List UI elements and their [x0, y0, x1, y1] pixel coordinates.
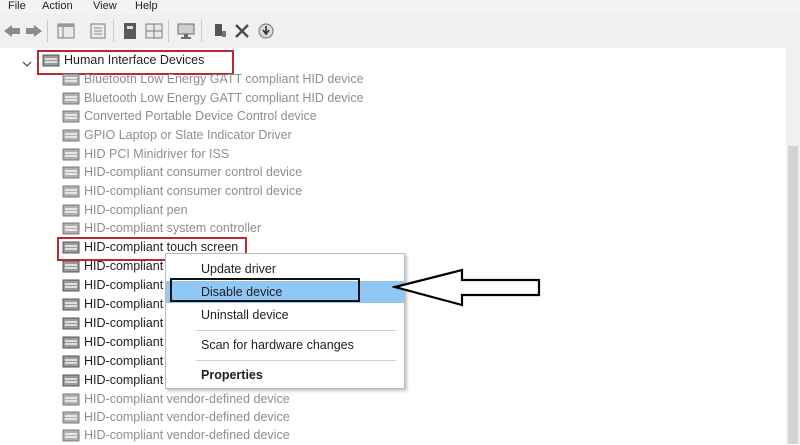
hid-device-icon: [62, 317, 80, 330]
tree-item-label: HID-compliant: [84, 259, 164, 273]
hid-device-icon: [62, 336, 80, 349]
menu-item-label: Properties: [201, 368, 263, 382]
hid-device-icon: [62, 148, 80, 161]
menu-item-uninstall-device[interactable]: Uninstall device: [166, 304, 404, 326]
toolbar-separator: [113, 20, 114, 42]
tree-item-label: HID-compliant: [84, 373, 164, 387]
menu-item-label: Uninstall device: [201, 308, 289, 322]
forward-arrow-icon[interactable]: [24, 22, 44, 40]
menu-item-scan-hardware[interactable]: Scan for hardware changes: [166, 334, 404, 356]
hid-device-icon: [62, 279, 80, 292]
monitor-icon[interactable]: [176, 22, 196, 40]
tree-item-label: HID-compliant consumer control device: [84, 165, 303, 179]
hid-device-icon: [62, 185, 80, 198]
back-arrow-icon[interactable]: [2, 22, 22, 40]
disable-device-highlight: [170, 278, 360, 302]
tree-item-label: HID-compliant pen: [84, 203, 188, 217]
tree-item-label: GPIO Laptop or Slate Indicator Driver: [84, 128, 292, 142]
menu-item-label: Scan for hardware changes: [201, 338, 354, 352]
category-label: Human Interface Devices: [64, 53, 205, 67]
download-circle-icon[interactable]: [256, 22, 276, 40]
uninstall-x-icon[interactable]: [232, 22, 252, 40]
tree-item-label: HID PCI Minidriver for ISS: [84, 147, 230, 161]
menu-item-update-driver[interactable]: Update driver: [166, 258, 404, 280]
tree-item-label: HID-compliant: [84, 335, 164, 349]
tree-item-label: Bluetooth Low Energy GATT compliant HID …: [84, 72, 364, 86]
toolbar-separator: [168, 20, 169, 42]
tree-item-label: HID-compliant vendor-defined device: [84, 410, 290, 424]
hid-device-icon: [62, 204, 80, 217]
tree-item-label: HID-compliant vendor-defined device: [84, 392, 290, 406]
hid-device-icon: [62, 374, 80, 387]
tree-item-label: Bluetooth Low Energy GATT compliant HID …: [84, 91, 364, 105]
tree-item-label: HID-compliant consumer control device: [84, 184, 303, 198]
hid-device-icon: [42, 54, 60, 67]
hid-device-icon: [62, 166, 80, 179]
toolbar-separator: [201, 20, 202, 42]
tree-item-label: HID-compliant: [84, 354, 164, 368]
menu-separator: [196, 360, 396, 361]
tree-item-label: Converted Portable Device Control device: [84, 109, 317, 123]
console-tree-icon[interactable]: [56, 22, 76, 40]
context-menu: Update driver Disable device Uninstall d…: [165, 253, 405, 389]
hid-device-icon: [62, 73, 80, 86]
hid-device-icon: [62, 393, 80, 406]
menu-action[interactable]: Action: [42, 0, 73, 12]
tree-item-label: HID-compliant system controller: [84, 221, 262, 235]
hid-device-icon: [62, 260, 80, 273]
tree-item-label: HID-compliant vendor-defined device: [84, 428, 290, 442]
menu-bar: File Action View Help: [0, 0, 800, 14]
menu-separator: [196, 330, 396, 331]
grid-view-icon[interactable]: [144, 22, 164, 40]
tree-item-label: HID-compliant: [84, 297, 164, 311]
expand-chevron-icon[interactable]: [22, 56, 32, 67]
scrollbar-thumb[interactable]: [788, 146, 798, 444]
menu-view[interactable]: View: [93, 0, 117, 12]
menu-item-label: Update driver: [201, 262, 277, 276]
help-book-icon[interactable]: [120, 22, 140, 40]
tree-item-label: HID-compliant: [84, 278, 164, 292]
properties-sheet-icon[interactable]: [88, 22, 108, 40]
hid-device-icon: [62, 110, 80, 123]
hid-device-icon: [62, 355, 80, 368]
toolbar-separator: [47, 20, 48, 42]
toolbar: [0, 14, 800, 49]
hid-device-icon: [62, 129, 80, 142]
hid-device-icon: [62, 411, 80, 424]
menu-item-properties[interactable]: Properties: [166, 364, 404, 386]
hid-device-icon: [62, 298, 80, 311]
hid-device-icon: [62, 429, 80, 442]
menu-file[interactable]: File: [8, 0, 26, 12]
vertical-scrollbar[interactable]: [786, 48, 800, 444]
tree-item-label: HID-compliant: [84, 316, 164, 330]
hid-device-icon: [62, 241, 80, 254]
hid-device-icon: [62, 222, 80, 235]
hid-device-icon: [62, 92, 80, 105]
update-driver-icon[interactable]: [210, 22, 230, 40]
menu-help[interactable]: Help: [135, 0, 158, 12]
callout-arrow-icon: [392, 268, 541, 307]
